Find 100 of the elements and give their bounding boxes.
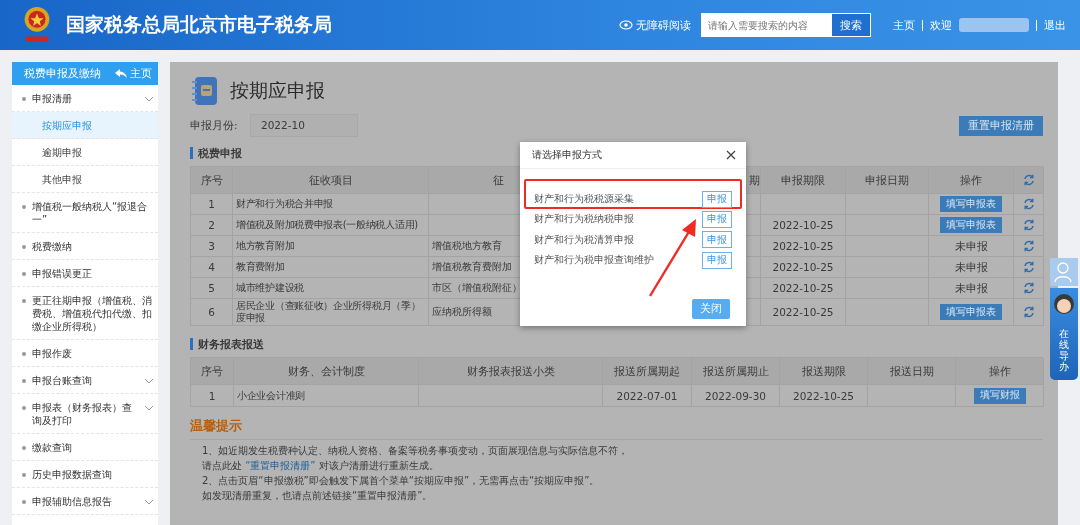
back-icon <box>115 68 127 79</box>
table-cell: 6 <box>191 299 233 326</box>
header-cell: 报送所属期起 <box>603 358 692 385</box>
chevron-icon <box>144 95 154 102</box>
table-cell: 4 <box>191 257 233 278</box>
table-cell: 2022-10-25 <box>772 219 834 231</box>
home-link[interactable]: 主页 <box>115 66 152 81</box>
table-cell: 2022-10-25 <box>772 306 834 318</box>
tip-text: 请点此处 “重置申报清册” 对该户清册进行重新生成。 <box>202 459 440 473</box>
reset-button[interactable]: 重置申报清册 <box>959 115 1043 136</box>
header-cell: 操作 <box>929 167 1014 194</box>
option-label: 财产和行为税纳税申报 <box>534 212 634 227</box>
month-label: 申报月份: <box>190 118 239 133</box>
refresh-icon[interactable] <box>1022 282 1035 294</box>
header-cell: 申报期限 <box>761 167 846 194</box>
fill-form-button[interactable]: 填写申报表 <box>940 196 1002 212</box>
site-title: 国家税务总局北京市电子税务局 <box>66 12 332 37</box>
refresh-icon[interactable] <box>1022 261 1035 273</box>
option-label: 财产和行为税税源采集 <box>534 192 634 206</box>
fill-form-button[interactable]: 填写申报表 <box>940 304 1002 320</box>
declare-button[interactable]: 申报 <box>702 231 732 249</box>
tips-title: 温馨提示 <box>190 417 1043 440</box>
sidebar-item[interactable]: 更正往期申报（增值税、消费税、增值税代扣代缴、扣缴企业所得税） <box>12 287 158 340</box>
tip-text: 如发现清册重复，也请点前述链接“重置申报清册”。 <box>202 489 434 503</box>
chevron-icon <box>144 377 154 384</box>
sidebar-item[interactable]: 申报作废 <box>12 340 158 367</box>
table-cell: 教育费附加 <box>233 257 429 278</box>
sidebar-subitem[interactable]: 逾期申报 <box>12 139 158 166</box>
table-cell: 2022-10-25 <box>772 282 834 294</box>
header-cell: 财务、会计制度 <box>234 358 419 385</box>
fill-form-button[interactable]: 填写申报表 <box>940 217 1002 233</box>
table-cell: 城市维护建设税 <box>233 278 429 299</box>
sidebar-item[interactable]: 缴款查询 <box>12 434 158 461</box>
home-link[interactable]: 主页 <box>893 17 915 33</box>
header-cell: 序号 <box>191 358 234 385</box>
table-cell: 2022-07-01 <box>603 385 692 407</box>
table-cell: 2022-10-25 <box>772 240 834 252</box>
page-title: 按期应申报 <box>230 78 325 103</box>
table-cell: 1 <box>191 194 233 215</box>
section-title: 财务报表报送 <box>190 338 1043 350</box>
table-cell: 小企业会计准则 <box>234 385 419 407</box>
table-cell: 1 <box>191 385 234 407</box>
month-field[interactable]: 2022-10 <box>250 114 358 137</box>
table-cell: 2 <box>191 215 233 236</box>
sidebar-subitem[interactable]: 其他申报 <box>12 166 158 193</box>
sidebar-item[interactable]: 申报表（财务报表）查询及打印 <box>12 394 158 434</box>
refresh-icon[interactable] <box>1022 174 1035 186</box>
fill-report-button[interactable]: 填写财报 <box>973 387 1026 404</box>
reset-link[interactable]: “重置申报清册” <box>245 460 316 471</box>
status-text: 未申报 <box>954 240 988 252</box>
avatar-icon <box>1053 292 1075 316</box>
refresh-icon[interactable] <box>1022 219 1035 231</box>
refresh-icon[interactable] <box>1022 306 1035 318</box>
blurred-username <box>959 18 1029 32</box>
table-cell: 2022-10-25 <box>780 385 868 407</box>
search-button[interactable]: 搜索 <box>831 13 871 37</box>
table-cell: 3 <box>191 236 233 257</box>
chevron-icon <box>144 498 154 505</box>
welcome-text: 欢迎 <box>930 17 952 33</box>
refresh-icon[interactable] <box>1022 198 1035 210</box>
chevron-icon <box>144 404 154 411</box>
table-cell: 增值税及附加税费申报表(一般纳税人适用) <box>233 215 429 236</box>
notebook-icon <box>190 76 220 106</box>
table-cell: 5 <box>191 278 233 299</box>
sidebar-item[interactable]: 税费缴纳 <box>12 233 158 260</box>
guide-label: 在线导办 <box>1059 328 1069 372</box>
header-cell: 报送日期 <box>868 358 956 385</box>
declare-button[interactable]: 申报 <box>702 251 732 269</box>
close-icon[interactable] <box>726 150 736 160</box>
status-text: 未申报 <box>954 261 988 273</box>
declare-button[interactable]: 申报 <box>702 210 732 228</box>
tip-text: 2、点击页眉“申报缴税”即会触发下属首个菜单“按期应申报”，无需再点击“按期应申报”。 <box>202 474 601 488</box>
sidebar-title: 税费申报及缴纳 <box>24 66 101 81</box>
header-cell: 报送期限 <box>780 358 868 385</box>
header-cell: 征收项目 <box>233 167 429 194</box>
refresh-icon[interactable] <box>1022 240 1035 252</box>
user-icon <box>1053 261 1075 283</box>
table-cell: 居民企业（查账征收）企业所得税月（季）度申报 <box>233 299 429 326</box>
declare-button[interactable]: 申报 <box>702 190 732 208</box>
sidebar-item[interactable]: 申报错误更正 <box>12 260 158 287</box>
header-cell: 操作 <box>956 358 1044 385</box>
eye-icon <box>619 20 633 30</box>
dialog-title: 请选择申报方式 <box>532 148 602 162</box>
table-cell: 2022-10-25 <box>772 261 834 273</box>
header-cell: 序号 <box>191 167 233 194</box>
sidebar-item[interactable]: 申报辅助信息报告 <box>12 488 158 515</box>
header-cell: 报送所属期止 <box>692 358 780 385</box>
logout-link[interactable]: 退出 <box>1044 17 1066 33</box>
sidebar-subitem[interactable]: 按期应申报 <box>12 112 158 139</box>
table-cell: 财产和行为税合并申报 <box>233 194 429 215</box>
sidebar-item[interactable]: 历史申报数据查询 <box>12 461 158 488</box>
sidebar-item[interactable]: 增值税一般纳税人“报退合一” <box>12 193 158 233</box>
header-cell: 申报日期 <box>846 167 929 194</box>
table-cell: 地方教育附加 <box>233 236 429 257</box>
accessibility-link[interactable]: 无障碍阅读 <box>619 17 691 33</box>
header-cell: 财务报表报送小类 <box>419 358 603 385</box>
search-field[interactable]: 请输入需要搜索的内容 <box>701 13 831 37</box>
sidebar-item[interactable]: 申报台账查询 <box>12 367 158 394</box>
table-cell: 2022-09-30 <box>692 385 780 407</box>
tip-text: 1、如近期发生税费种认定、纳税人资格、备案等税务事项变动，页面展现信息与实际信息不符， <box>202 444 630 458</box>
